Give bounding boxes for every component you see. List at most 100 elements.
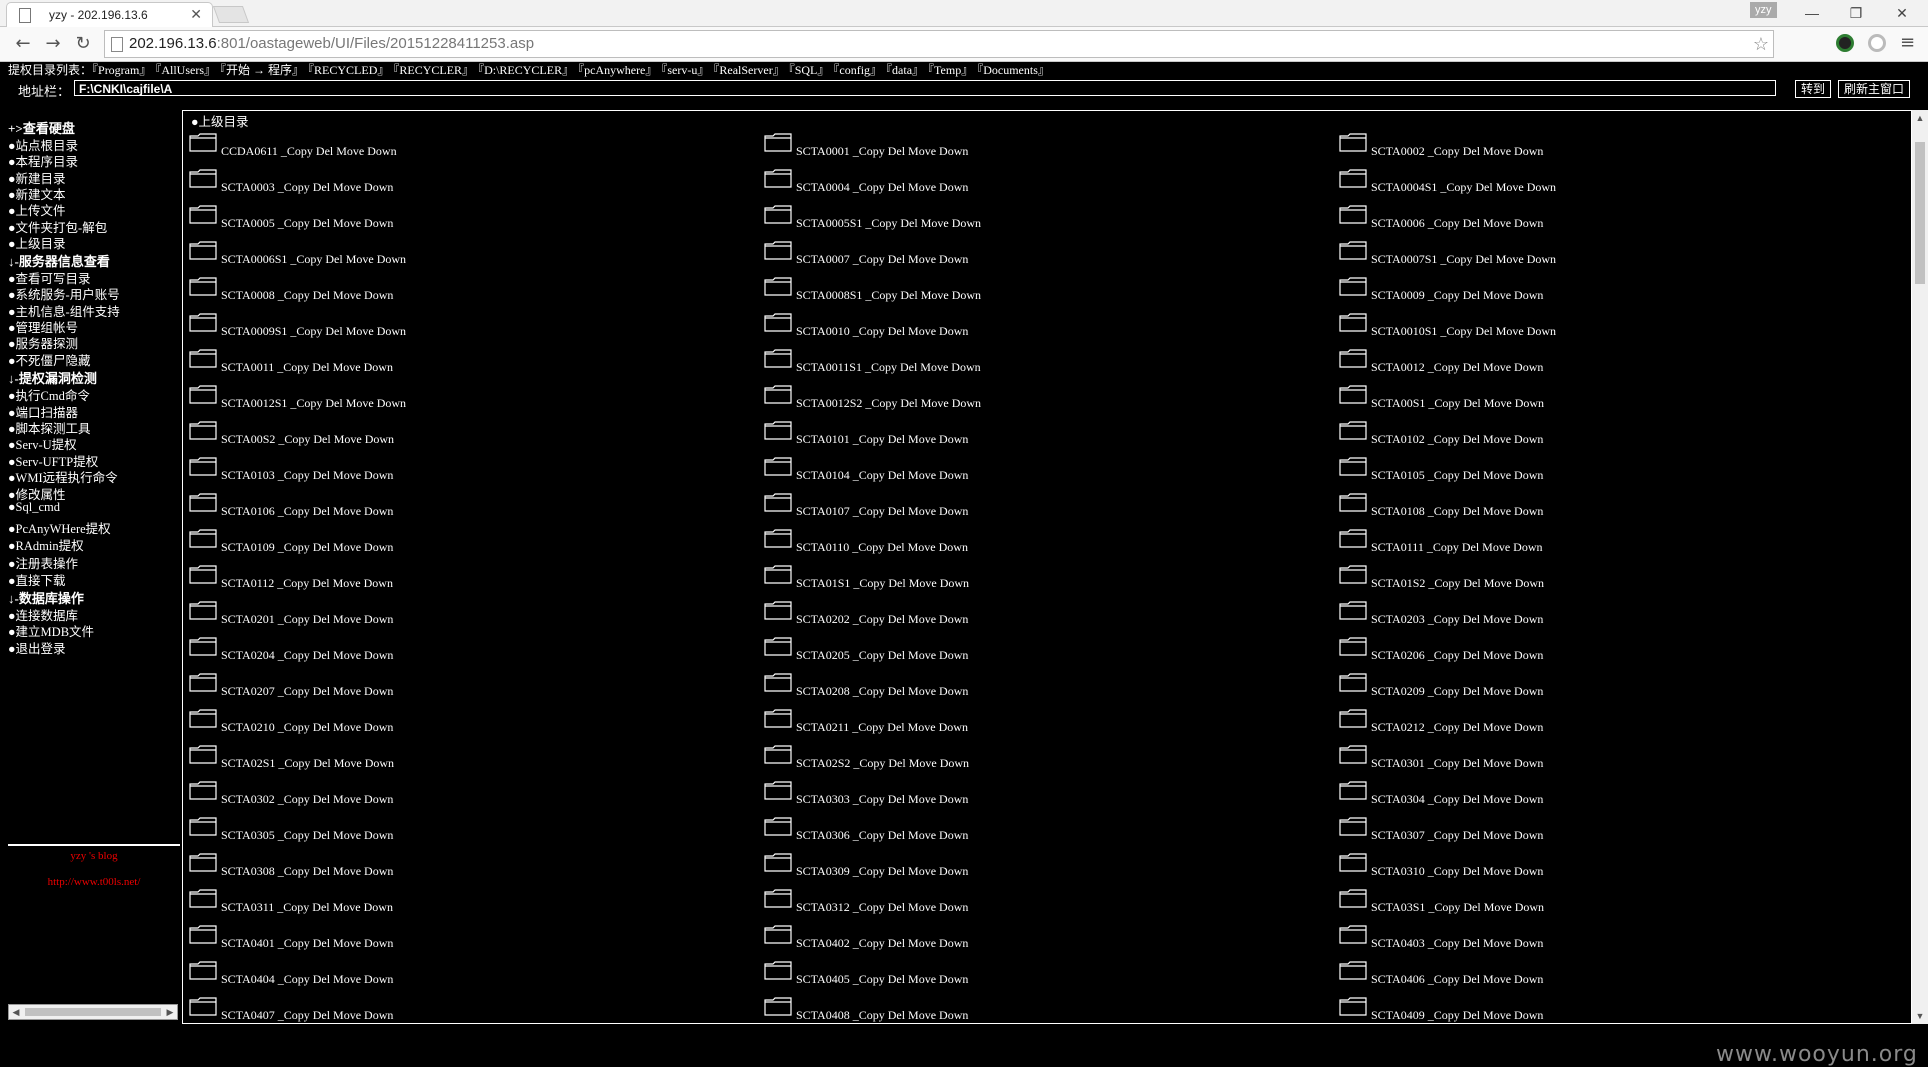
folder-name[interactable]: SCTA0112 (221, 576, 274, 590)
folder-name[interactable]: SCTA00S1 (1371, 396, 1425, 410)
folder-entry[interactable]: SCTA0102 _Copy Del Move Down (1339, 419, 1909, 455)
folder-label[interactable]: SCTA0005S1 _Copy Del Move Down (796, 216, 981, 231)
folder-actions[interactable]: _Copy Del Move Down (853, 468, 969, 482)
folder-name[interactable]: SCTA0005 (221, 216, 275, 230)
folder-name[interactable]: SCTA0402 (796, 936, 850, 950)
folder-label[interactable]: CCDA0611 _Copy Del Move Down (221, 144, 397, 159)
folder-icon[interactable] (764, 421, 792, 440)
folder-entry[interactable]: SCTA0008S1 _Copy Del Move Down (764, 275, 1339, 311)
folder-name[interactable]: SCTA0105 (1371, 468, 1425, 482)
sidebar-item[interactable]: ●RAdmin提权 (8, 535, 84, 554)
folder-entry[interactable]: SCTA0006 _Copy Del Move Down (1339, 203, 1909, 239)
browser-tab[interactable]: yzy - 202.196.13.6 ✕ (6, 2, 213, 27)
folder-entry[interactable]: SCTA01S1 _Copy Del Move Down (764, 563, 1339, 599)
folder-actions[interactable]: _Copy Del Move Down (1428, 900, 1544, 914)
folder-icon[interactable] (1339, 601, 1367, 620)
folder-entry[interactable]: SCTA0404 _Copy Del Move Down (189, 959, 764, 995)
folder-label[interactable]: SCTA0407 _Copy Del Move Down (221, 1008, 393, 1023)
folder-label[interactable]: SCTA0306 _Copy Del Move Down (796, 828, 968, 843)
scroll-right-icon[interactable]: ▶ (163, 1005, 177, 1019)
sidebar-item[interactable]: ●Sql_cmd (8, 500, 60, 515)
folder-entry[interactable]: SCTA0010 _Copy Del Move Down (764, 311, 1339, 347)
quick-link[interactable]: 『D:\RECYCLER』 (478, 63, 574, 77)
folder-entry[interactable]: SCTA0305 _Copy Del Move Down (189, 815, 764, 851)
folder-entry[interactable]: SCTA0012 _Copy Del Move Down (1339, 347, 1909, 383)
folder-icon[interactable] (189, 313, 217, 332)
folder-name[interactable]: SCTA0307 (1371, 828, 1425, 842)
folder-actions[interactable]: _Copy Del Move Down (278, 180, 394, 194)
folder-label[interactable]: SCTA0212 _Copy Del Move Down (1371, 720, 1543, 735)
parent-directory-link[interactable]: ●上级目录 (191, 111, 249, 130)
folder-actions[interactable]: _Copy Del Move Down (1440, 252, 1556, 266)
folder-name[interactable]: SCTA0110 (796, 540, 849, 554)
folder-entry[interactable]: SCTA0304 _Copy Del Move Down (1339, 779, 1909, 815)
folder-icon[interactable] (1339, 133, 1367, 152)
folder-actions[interactable]: _Copy Del Move Down (1428, 1008, 1544, 1022)
folder-entry[interactable]: SCTA0110 _Copy Del Move Down (764, 527, 1339, 563)
folder-icon[interactable] (764, 961, 792, 980)
folder-name[interactable]: SCTA0107 (796, 504, 850, 518)
folder-label[interactable]: SCTA0006S1 _Copy Del Move Down (221, 252, 406, 267)
quick-link[interactable]: 『RealServer』 (713, 63, 784, 77)
folder-name[interactable]: SCTA0406 (1371, 972, 1425, 986)
folder-actions[interactable]: _Copy Del Move Down (1428, 828, 1544, 842)
folder-actions[interactable]: _Copy Del Move Down (290, 396, 406, 410)
folder-entry[interactable]: SCTA01S2 _Copy Del Move Down (1339, 563, 1909, 599)
folder-actions[interactable]: _Copy Del Move Down (1428, 936, 1544, 950)
folder-actions[interactable]: _Copy Del Move Down (1440, 324, 1556, 338)
folder-icon[interactable] (1339, 565, 1367, 584)
folder-icon[interactable] (189, 529, 217, 548)
new-tab-button[interactable] (212, 6, 250, 23)
quick-link[interactable]: 『Temp』 (928, 63, 973, 77)
folder-icon[interactable] (189, 205, 217, 224)
folder-icon[interactable] (1339, 709, 1367, 728)
folder-actions[interactable]: _Copy Del Move Down (1428, 216, 1544, 230)
folder-name[interactable]: SCTA0201 (221, 612, 275, 626)
folder-entry[interactable]: SCTA0209 _Copy Del Move Down (1339, 671, 1909, 707)
folder-label[interactable]: SCTA0303 _Copy Del Move Down (796, 792, 968, 807)
folder-icon[interactable] (1339, 493, 1367, 512)
folder-label[interactable]: SCTA0311 _Copy Del Move Down (221, 900, 393, 915)
refresh-main-button[interactable]: 刷新主窗口 (1838, 80, 1910, 98)
folder-label[interactable]: SCTA0408 _Copy Del Move Down (796, 1008, 968, 1023)
folder-label[interactable]: SCTA0207 _Copy Del Move Down (221, 684, 393, 699)
folder-actions[interactable]: _Copy Del Move Down (852, 540, 968, 554)
folder-icon[interactable] (764, 277, 792, 296)
folder-icon[interactable] (189, 565, 217, 584)
folder-actions[interactable]: _Copy Del Move Down (1428, 360, 1544, 374)
folder-actions[interactable]: _Copy Del Move Down (277, 576, 393, 590)
folder-entry[interactable]: SCTA0208 _Copy Del Move Down (764, 671, 1339, 707)
folder-label[interactable]: SCTA0204 _Copy Del Move Down (221, 648, 393, 663)
folder-icon[interactable] (189, 601, 217, 620)
folder-icon[interactable] (189, 673, 217, 692)
folder-actions[interactable]: _Copy Del Move Down (278, 756, 394, 770)
folder-entry[interactable]: SCTA0010S1 _Copy Del Move Down (1339, 311, 1909, 347)
folder-name[interactable]: SCTA0205 (796, 648, 850, 662)
restore-icon[interactable]: ❐ (1836, 2, 1876, 24)
folder-name[interactable]: SCTA0101 (796, 432, 850, 446)
folder-name[interactable]: SCTA01S1 (796, 576, 850, 590)
folder-actions[interactable]: _Copy Del Move Down (853, 972, 969, 986)
folder-entry[interactable]: SCTA0210 _Copy Del Move Down (189, 707, 764, 743)
folder-entry[interactable]: SCTA0008 _Copy Del Move Down (189, 275, 764, 311)
folder-entry[interactable]: SCTA0308 _Copy Del Move Down (189, 851, 764, 887)
sidebar-item[interactable]: ●退出登录 (8, 638, 66, 657)
sidebar-horizontal-scrollbar[interactable]: ◀ ▶ (8, 1004, 178, 1020)
folder-name[interactable]: SCTA0012S1 (221, 396, 287, 410)
folder-icon[interactable] (189, 781, 217, 800)
folder-name[interactable]: SCTA0103 (221, 468, 275, 482)
folder-name[interactable]: SCTA0403 (1371, 936, 1425, 950)
folder-name[interactable]: SCTA00S2 (221, 432, 275, 446)
folder-entry[interactable]: SCTA0005 _Copy Del Move Down (189, 203, 764, 239)
folder-actions[interactable]: _Copy Del Move Down (1428, 396, 1544, 410)
folder-entry[interactable]: SCTA0002 _Copy Del Move Down (1339, 131, 1909, 167)
folder-name[interactable]: SCTA0204 (221, 648, 275, 662)
folder-label[interactable]: SCTA0111 _Copy Del Move Down (1371, 540, 1543, 555)
folder-actions[interactable]: _Copy Del Move Down (278, 432, 394, 446)
folder-label[interactable]: SCTA0202 _Copy Del Move Down (796, 612, 968, 627)
folder-label[interactable]: SCTA0406 _Copy Del Move Down (1371, 972, 1543, 987)
folder-icon[interactable] (1339, 385, 1367, 404)
folder-actions[interactable]: _Copy Del Move Down (865, 396, 981, 410)
folder-actions[interactable]: _Copy Del Move Down (1428, 144, 1544, 158)
folder-entry[interactable]: SCTA0111 _Copy Del Move Down (1339, 527, 1909, 563)
